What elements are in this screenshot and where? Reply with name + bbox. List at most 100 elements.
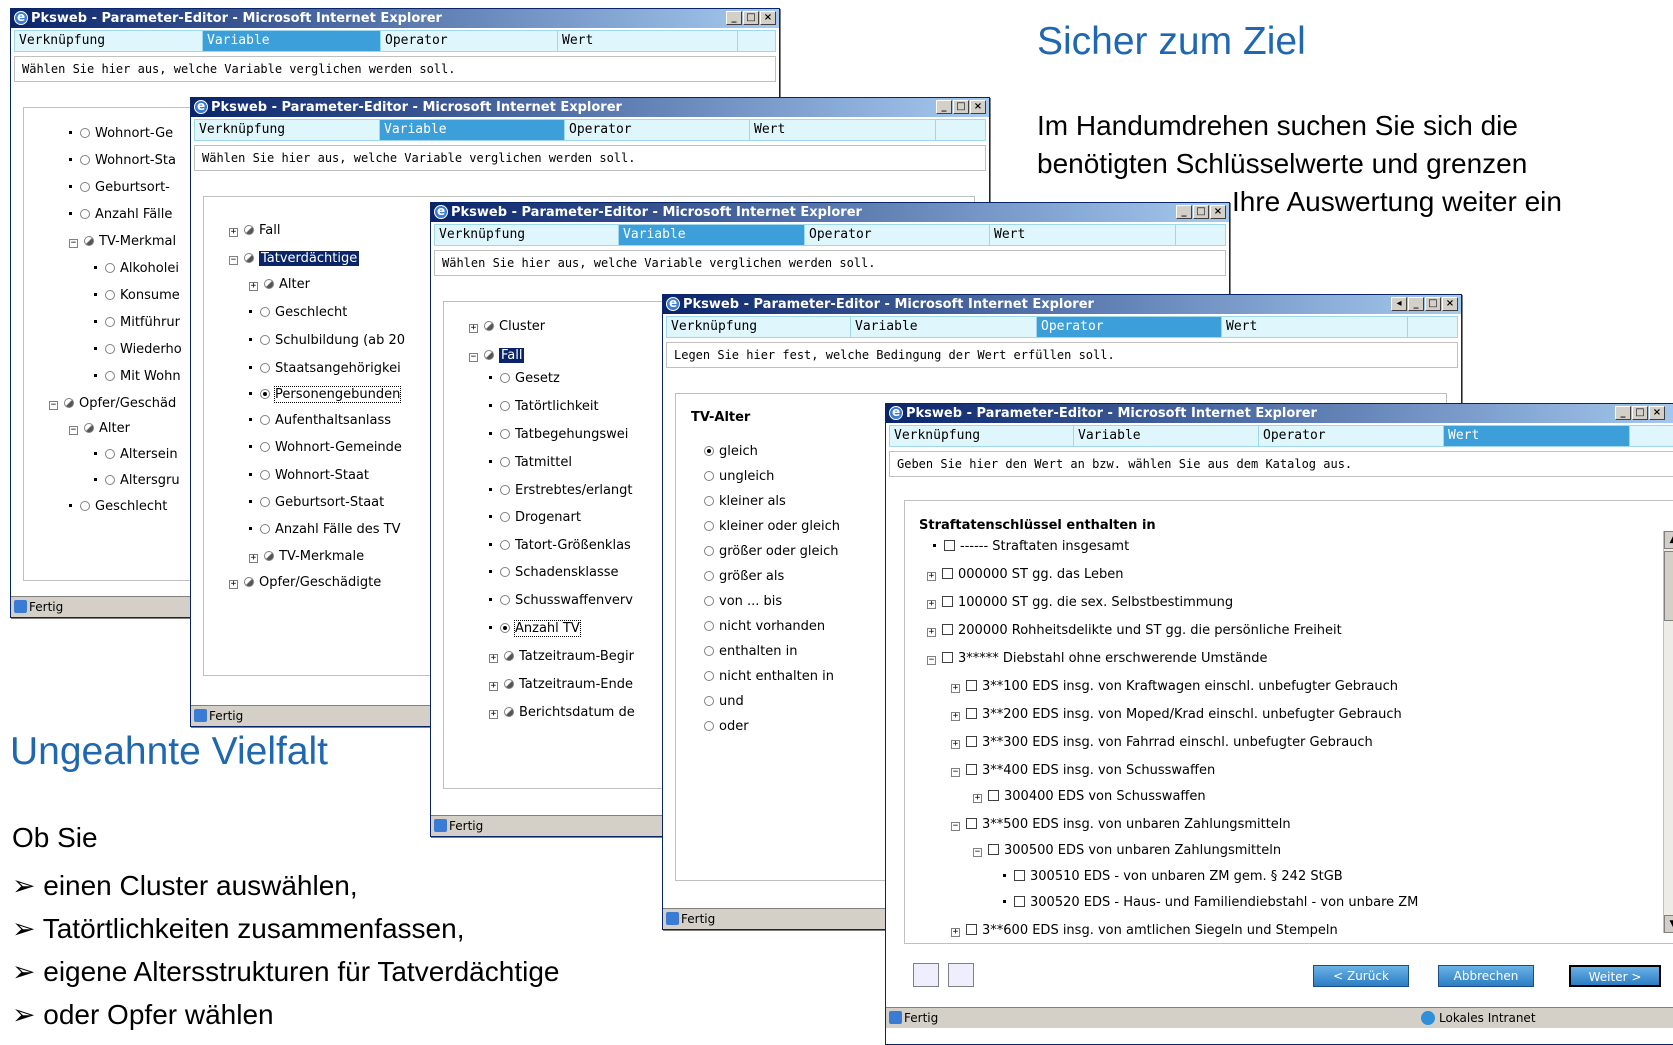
tab-variable[interactable]: Variable [203, 31, 381, 51]
close-button[interactable]: × [1442, 297, 1458, 311]
tree-item[interactable]: Geschlecht [69, 498, 167, 516]
tree-item[interactable]: Personengebunden [249, 386, 402, 404]
operator-option[interactable]: oder [704, 718, 749, 736]
scroll-left-button[interactable]: ◂ [1391, 297, 1407, 311]
close-button[interactable]: × [760, 11, 776, 25]
tree-item[interactable]: Anzahl TV [489, 620, 581, 638]
tab-wert[interactable]: Wert [990, 225, 1176, 245]
operator-option[interactable]: ungleich [704, 468, 774, 486]
tree-item[interactable]: Tatort-Größenklas [489, 537, 631, 555]
tab-verknuepfung[interactable]: Verknüpfung [890, 426, 1074, 446]
tree-item[interactable]: Wohnort-Staat [249, 467, 369, 485]
operator-option[interactable]: kleiner als [704, 493, 786, 511]
tab-wert[interactable]: Wert [1444, 426, 1630, 446]
operator-option[interactable]: nicht enthalten in [704, 668, 834, 686]
tree-item[interactable]: Erstrebtes/erlangt [489, 482, 633, 500]
tree-item[interactable]: Anzahl Fälle des TV [249, 521, 401, 539]
document-icon[interactable] [948, 963, 974, 987]
tab-variable[interactable]: Variable [619, 225, 805, 245]
tree-item[interactable]: + Tatzeitraum-Begir [489, 648, 634, 666]
close-button[interactable]: × [970, 100, 986, 114]
tree-item[interactable]: Geburtsort-Staat [249, 494, 384, 512]
tab-verknuepfung[interactable]: Verknüpfung [667, 317, 851, 337]
tree-item[interactable]: + Alter [249, 276, 310, 294]
tree-item[interactable]: + TV-Merkmale [249, 548, 364, 566]
tree-item[interactable]: Wohnort-Sta [69, 152, 176, 170]
next-button[interactable]: Weiter > [1569, 965, 1661, 987]
catalog-item[interactable]: −3**400 EDS insg. von Schusswaffen [951, 762, 1215, 780]
tree-item[interactable]: Altersein [94, 446, 178, 464]
catalog-item[interactable]: +3**200 EDS insg. von Moped/Krad einschl… [951, 706, 1402, 724]
tab-operator[interactable]: Operator [1037, 317, 1222, 337]
tree-item[interactable]: Wohnort-Gemeinde [249, 439, 402, 457]
catalog-item[interactable]: +100000 ST gg. die sex. Selbstbestimmung [927, 594, 1233, 612]
catalog-item[interactable]: +000000 ST gg. das Leben [927, 566, 1123, 584]
minimize-button[interactable]: _ [1615, 406, 1631, 420]
tree-item[interactable]: Tatmittel [489, 454, 572, 472]
tree-item[interactable]: Wiederho [94, 341, 182, 359]
operator-option[interactable]: größer als [704, 568, 784, 586]
scroll-down-icon[interactable]: ▼ [1664, 915, 1673, 933]
operator-option[interactable]: nicht vorhanden [704, 618, 825, 636]
tree-item[interactable]: Schulbildung (ab 20 [249, 332, 405, 350]
maximize-button[interactable]: □ [1193, 205, 1209, 219]
tree-item[interactable]: Wohnort-Ge [69, 125, 173, 143]
tab-wert[interactable]: Wert [1222, 317, 1408, 337]
catalog-item[interactable]: 300510 EDS - von unbaren ZM gem. § 242 S… [1003, 868, 1343, 886]
tab-verknuepfung[interactable]: Verknüpfung [15, 31, 203, 51]
tree-item[interactable]: Geburtsort- [69, 179, 170, 197]
tree-item[interactable]: − TV-Merkmal [69, 233, 176, 251]
tree-item[interactable]: Mit Wohn [94, 368, 181, 386]
operator-option[interactable]: enthalten in [704, 643, 797, 661]
close-button[interactable]: × [1210, 205, 1226, 219]
tree-icon[interactable] [913, 963, 939, 987]
tree-item[interactable]: + Opfer/Geschädigte [229, 574, 381, 592]
tree-item[interactable]: + Tatzeitraum-Ende [489, 676, 633, 694]
tab-verknuepfung[interactable]: Verknüpfung [435, 225, 619, 245]
tree-item[interactable]: Schusswaffenverv [489, 592, 633, 610]
tree-item[interactable]: Drogenart [489, 509, 581, 527]
maximize-button[interactable]: □ [743, 11, 759, 25]
maximize-button[interactable]: □ [1425, 297, 1441, 311]
catalog-item[interactable]: −300500 EDS von unbaren Zahlungsmitteln [973, 842, 1281, 860]
tree-item[interactable]: − Alter [69, 420, 130, 438]
tab-operator[interactable]: Operator [565, 120, 750, 140]
tab-operator[interactable]: Operator [805, 225, 990, 245]
minimize-button[interactable]: _ [1176, 205, 1192, 219]
tree-item[interactable]: Mitführur [94, 314, 180, 332]
tab-wert[interactable]: Wert [558, 31, 738, 51]
tree-item[interactable]: − Fall [469, 347, 525, 365]
tree-item[interactable]: Anzahl Fälle [69, 206, 172, 224]
tree-item[interactable]: Altersgru [94, 472, 180, 490]
back-button[interactable]: < Zurück [1313, 965, 1409, 987]
tree-item[interactable]: Aufenthaltsanlass [249, 412, 391, 430]
operator-option[interactable]: und [704, 693, 744, 711]
catalog-item[interactable]: ------ Straftaten insgesamt [933, 538, 1129, 556]
operator-option[interactable]: von ... bis [704, 593, 782, 611]
maximize-button[interactable]: □ [953, 100, 969, 114]
maximize-button[interactable]: □ [1632, 406, 1648, 420]
operator-option[interactable]: gleich [704, 443, 758, 461]
tab-variable[interactable]: Variable [851, 317, 1037, 337]
operator-option[interactable]: kleiner oder gleich [704, 518, 840, 536]
vertical-scrollbar[interactable]: ▲ ▼ [1663, 531, 1673, 933]
scroll-thumb[interactable] [1664, 551, 1673, 621]
catalog-item[interactable]: +3**300 EDS insg. von Fahrrad einschl. u… [951, 734, 1373, 752]
minimize-button[interactable]: _ [1408, 297, 1424, 311]
tab-variable[interactable]: Variable [1074, 426, 1259, 446]
operator-option[interactable]: größer oder gleich [704, 543, 838, 561]
catalog-item[interactable]: +200000 Rohheitsdelikte und ST gg. die p… [927, 622, 1342, 640]
minimize-button[interactable]: _ [936, 100, 952, 114]
minimize-button[interactable]: _ [726, 11, 742, 25]
close-button[interactable]: × [1649, 406, 1665, 420]
tab-operator[interactable]: Operator [1259, 426, 1444, 446]
tab-variable[interactable]: Variable [380, 120, 565, 140]
tree-item[interactable]: + Cluster [469, 318, 545, 336]
catalog-item[interactable]: +3**100 EDS insg. von Kraftwagen einschl… [951, 678, 1398, 696]
catalog-item[interactable]: −3***** Diebstahl ohne erschwerende Umst… [927, 650, 1267, 668]
tree-item[interactable]: + Berichtsdatum de [489, 704, 635, 722]
tree-item[interactable]: Alkoholei [94, 260, 179, 278]
tree-item[interactable]: + Fall [229, 222, 280, 240]
tab-operator[interactable]: Operator [381, 31, 558, 51]
scroll-up-icon[interactable]: ▲ [1664, 531, 1673, 549]
